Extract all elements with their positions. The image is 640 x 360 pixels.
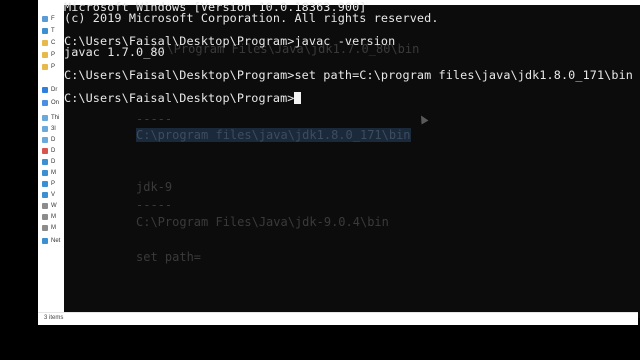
music-icon [42, 170, 48, 176]
ghost-note: set path= [136, 250, 202, 264]
nav-item[interactable]: 3l [42, 124, 56, 134]
picture-icon [42, 181, 48, 187]
video-icon [42, 192, 48, 198]
ghost-note: C:\Program Files\Java\jdk-9.0.4\bin [136, 215, 389, 229]
nav-item[interactable]: D [42, 135, 55, 145]
drive-icon [42, 203, 48, 209]
mouse-pointer-icon [417, 113, 429, 125]
drive-icon [42, 225, 48, 231]
nav-item[interactable]: M [42, 212, 56, 222]
nav-item-this-pc[interactable]: Thi [42, 113, 59, 123]
explorer-status-bar: 3 items [38, 312, 638, 326]
desktop-icon [42, 137, 48, 143]
nav-item-dropbox[interactable]: Dr [42, 85, 57, 95]
network-icon [42, 238, 48, 244]
command-prompt-window[interactable]: C:\Program Files\Java\jdk1.7.0_80\bin --… [64, 0, 640, 318]
nav-item[interactable]: T [42, 26, 55, 36]
cube-icon [42, 126, 48, 132]
console-line: C:\Users\Faisal\Desktop\Program>set path… [64, 68, 633, 82]
ghost-note-highlighted: C:\program files\java\jdk1.8.0_171\bin [136, 128, 411, 142]
nav-item[interactable]: V [42, 190, 55, 200]
folder-icon [42, 52, 48, 58]
nav-item[interactable]: C [42, 38, 55, 48]
folder-icon [42, 28, 48, 34]
console-line: javac 1.7.0_80 [64, 45, 165, 59]
download-icon [42, 159, 48, 165]
text-cursor [294, 92, 302, 104]
nav-item[interactable]: D [42, 157, 55, 167]
nav-item[interactable]: F [42, 14, 55, 24]
nav-item[interactable]: D [42, 146, 55, 156]
nav-item-onedrive[interactable]: On [42, 98, 59, 108]
nav-item[interactable]: P [42, 62, 55, 72]
bottom-area [0, 325, 640, 360]
dropbox-icon [42, 87, 48, 93]
folder-icon [42, 16, 48, 22]
drive-icon [42, 214, 48, 220]
nav-item[interactable]: W [42, 201, 57, 211]
nav-item[interactable]: M [42, 223, 56, 233]
ghost-note: jdk-9 [136, 180, 173, 194]
prompt-text: C:\Users\Faisal\Desktop\Program> [64, 91, 295, 105]
ghost-note: ----- [136, 198, 173, 212]
nav-item-network[interactable]: Net [42, 236, 60, 246]
nav-item[interactable]: P [42, 50, 55, 60]
nav-item[interactable]: P [42, 179, 55, 189]
computer-icon [42, 115, 48, 121]
document-icon [42, 148, 48, 154]
folder-icon [42, 64, 48, 70]
console-line: (c) 2019 Microsoft Corporation. All righ… [64, 11, 439, 25]
folder-icon [42, 40, 48, 46]
cloud-icon [42, 100, 48, 106]
console-prompt[interactable]: C:\Users\Faisal\Desktop\Program> [64, 91, 302, 105]
nav-item[interactable]: M [42, 168, 56, 178]
ghost-note: ----- [136, 112, 173, 126]
